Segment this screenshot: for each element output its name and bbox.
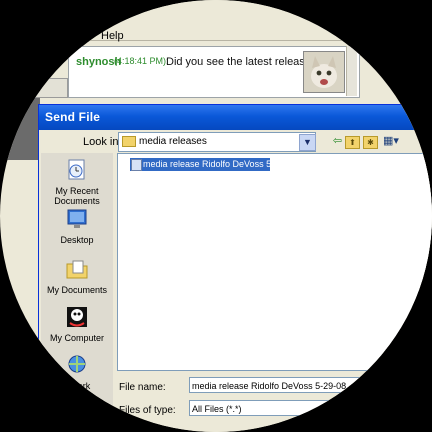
look-in-value: media releases [139,136,207,147]
help-menu[interactable]: Help [101,30,124,42]
dialog-title: Send File [45,110,101,124]
files-of-type-select[interactable]: All Files (*.*) [189,400,389,416]
place-network[interactable]: ...work [41,353,113,391]
place-my-recent-documents[interactable]: My Recent Documents [41,158,113,206]
list-item[interactable]: media release Ridolfo DeVoss 5-29-08 [130,158,297,171]
views-menu-button[interactable]: ▦▾ [380,134,402,149]
place-label: My Computer [49,333,104,343]
file-name-input[interactable]: media release Ridolfo DeVoss 5-29-08 [189,377,389,393]
file-list[interactable]: media release Ridolfo DeVoss 5-29-08 [117,153,432,371]
place-desktop[interactable]: Desktop [41,207,113,245]
file-name-label: File name: [119,382,166,393]
screenshot-viewport: Help ✕ shynosh (4:18:41 PM): Did you see… [0,0,432,432]
chat-menubar: Help [0,0,432,42]
place-label: ...work [63,381,91,391]
dialog-titlebar[interactable]: Send File [39,105,432,130]
buddy-icon [303,51,345,93]
places-bar: My Recent Documents Desktop My Documents… [41,153,113,432]
chat-side-panel [0,40,40,160]
back-button[interactable]: ⇦ [329,134,346,149]
look-in-combobox[interactable]: media releases ▼ [118,132,316,152]
folder-icon [122,136,136,147]
files-of-type-label: Files of type: [119,405,176,416]
place-label: My Documents [46,285,108,295]
my-documents-icon [63,257,91,283]
chat-tab[interactable]: ✕ [34,78,98,170]
look-in-label: Look in: [83,136,122,148]
desktop-icon [63,207,91,233]
new-folder-button[interactable]: ✱ [363,136,378,149]
network-icon [63,353,91,379]
chat-scrollbar[interactable] [346,46,357,96]
send-file-dialog: Send File Look in: media releases ▼ ⇦ ⬆ … [38,104,432,432]
file-name-text: media release Ridolfo DeVoss 5-29-08 [143,159,298,169]
recent-documents-icon [63,158,91,184]
place-label: Desktop [60,235,94,245]
place-label: My Recent Documents [54,186,100,206]
chat-message-text: Did you see the latest release? [166,56,318,68]
document-icon [131,159,142,171]
place-my-computer[interactable]: My Computer [41,305,113,343]
chat-history: shynosh (4:18:41 PM): Did you see the la… [68,46,360,98]
my-computer-icon [63,305,91,331]
up-folder-button[interactable]: ⬆ [345,136,360,149]
place-my-documents[interactable]: My Documents [41,257,113,295]
chat-timestamp: (4:18:41 PM): [114,56,169,66]
chevron-down-icon[interactable]: ▼ [299,134,316,151]
